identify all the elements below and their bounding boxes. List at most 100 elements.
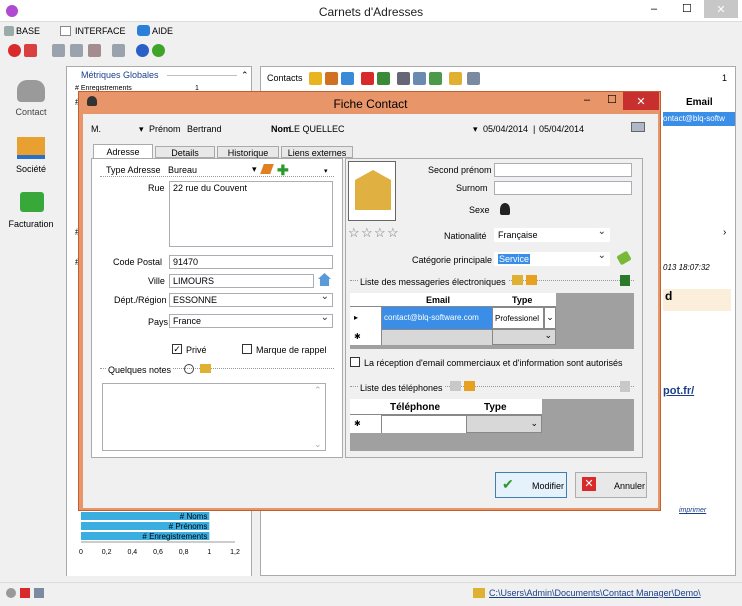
nationalite-select[interactable]: Française [494,228,610,242]
new-phone-cell[interactable] [382,415,466,433]
email-type-cell[interactable]: Professionel [492,307,544,329]
add-phone-icon[interactable] [450,381,461,391]
row-selector[interactable]: ▸ [350,307,382,329]
ville-input[interactable]: LIMOURS [169,274,314,288]
close-button[interactable]: ✕ [704,0,738,18]
rating-star-2[interactable]: ☆ [361,225,373,241]
notes-folder-icon[interactable] [200,364,211,373]
facturation-icon[interactable] [20,192,44,212]
grid-scroll-right[interactable]: › [723,227,726,238]
categorie-select[interactable]: Service [494,252,610,266]
map-house-icon[interactable] [318,273,331,286]
rue-input[interactable]: 22 rue du Couvent [169,181,333,247]
card-icon[interactable] [631,122,645,132]
nom-value[interactable]: LE QUELLEC [289,124,345,134]
contacts-label: Contacts [267,73,303,83]
new-type-cell[interactable]: ⌄ [492,329,556,345]
email-type-dropdown[interactable]: ⌄ [544,307,556,329]
edit-contact-icon[interactable] [325,72,338,85]
tab-details[interactable]: Details [155,146,215,158]
print-icon[interactable] [413,72,426,85]
notes-scroll-down[interactable]: ⌄ [314,439,322,450]
rappel-checkbox[interactable] [242,344,252,354]
website-link[interactable]: pot.fr/ [663,385,694,397]
folder-icon[interactable] [449,72,462,85]
path-link[interactable]: C:\Users\Admin\Documents\Contact Manager… [489,588,701,598]
minimize-button[interactable]: – [651,3,657,15]
tab-liens-externes[interactable]: Liens externes [281,146,353,158]
view-contact-icon[interactable] [341,72,354,85]
edit-email-icon[interactable] [526,275,537,285]
surnom-input[interactable] [494,181,632,195]
trash-icon[interactable] [377,72,390,85]
tools-icon[interactable] [467,72,480,85]
delete-contact-icon[interactable] [361,72,374,85]
database-edit-icon[interactable] [70,44,83,57]
imprimer-link[interactable]: imprimer [679,507,706,514]
date-created[interactable]: 05/04/2014 [483,124,528,134]
person-icon[interactable] [500,203,510,215]
prive-checkbox[interactable]: ✓ [172,344,182,354]
export-icon[interactable] [429,72,442,85]
add-icon[interactable]: ✚ [277,162,289,179]
phone-new-row-marker[interactable]: ✱ [350,415,382,433]
add-email-icon[interactable] [512,275,523,285]
civility-dropdown-icon[interactable]: ▾ [139,124,144,135]
email-cell[interactable]: contact@blq-software.com [382,307,492,329]
new-row-marker[interactable]: ✱ [350,329,382,345]
delete-email-icon[interactable] [620,275,630,286]
consent-checkbox[interactable] [350,357,360,367]
tab-adresse[interactable]: Adresse [93,144,153,158]
dialog-close-button[interactable]: ✕ [623,92,659,110]
clock-icon[interactable] [184,364,194,374]
database-delete-icon[interactable] [88,44,101,57]
notes-textarea[interactable] [102,383,326,451]
annuler-button[interactable]: ✕ Annuler [575,472,647,498]
rating-star-1[interactable]: ☆ [348,225,360,241]
second-prenom-input[interactable] [494,163,632,177]
metrics-scroll-up[interactable]: ⌃ [241,70,249,81]
email-grid: Email Type ▸ contact@blq-software.com Pr… [350,293,634,349]
maximize-button[interactable]: ☐ [682,2,692,15]
dept-select[interactable]: ESSONNE [169,293,333,307]
sidebar-item-contact[interactable]: Contact [0,107,62,117]
rating-star-4[interactable]: ☆ [387,225,399,241]
exit-icon[interactable] [24,44,37,57]
tools-status-icon[interactable] [34,588,44,598]
civility-value[interactable]: M. [91,124,101,134]
help-icon[interactable] [136,44,149,57]
dialog-minimize-button[interactable]: – [584,94,590,106]
tab-historique[interactable]: Historique [217,146,279,158]
code-postal-input[interactable]: 91470 [169,255,333,269]
info-icon[interactable] [152,44,165,57]
sidebar-item-facturation[interactable]: Facturation [0,219,62,229]
notes-scroll-up[interactable]: ⌃ [314,385,322,396]
date-dropdown-icon[interactable]: ▾ [473,124,478,135]
database-settings-icon[interactable] [112,44,125,57]
type-adresse-value[interactable]: Bureau [168,165,197,175]
menu-interface[interactable]: INTERFACE [75,26,126,36]
societe-icon[interactable] [17,137,45,159]
power-icon[interactable] [8,44,21,57]
delete-phone-icon[interactable] [620,381,630,392]
new-phone-type-cell[interactable]: ⌄ [466,415,542,433]
tag-icon[interactable] [616,250,632,266]
building-photo[interactable] [348,161,396,221]
search-icon[interactable] [397,72,410,85]
type-dropdown-icon[interactable]: ▾ [252,164,257,175]
new-email-cell[interactable] [382,329,492,345]
pays-select[interactable]: France [169,314,333,328]
menu-base[interactable]: BASE [16,26,40,36]
database-icon[interactable] [52,44,65,57]
add-contact-icon[interactable] [309,72,322,85]
contact-icon[interactable] [17,80,45,102]
grid-email-value[interactable]: ontact@blq-softw [663,112,735,126]
dialog-maximize-button[interactable]: ☐ [607,93,617,106]
sidebar-item-societe[interactable]: Société [0,164,62,174]
edit-phone-icon[interactable] [464,381,475,391]
menu-aide[interactable]: AIDE [152,26,173,36]
prenom-value[interactable]: Bertrand [187,124,222,134]
modifier-button[interactable]: ✔ Modifier [495,472,567,498]
rating-star-3[interactable]: ☆ [374,225,386,241]
collapse-icon[interactable]: ▾ [324,167,328,175]
